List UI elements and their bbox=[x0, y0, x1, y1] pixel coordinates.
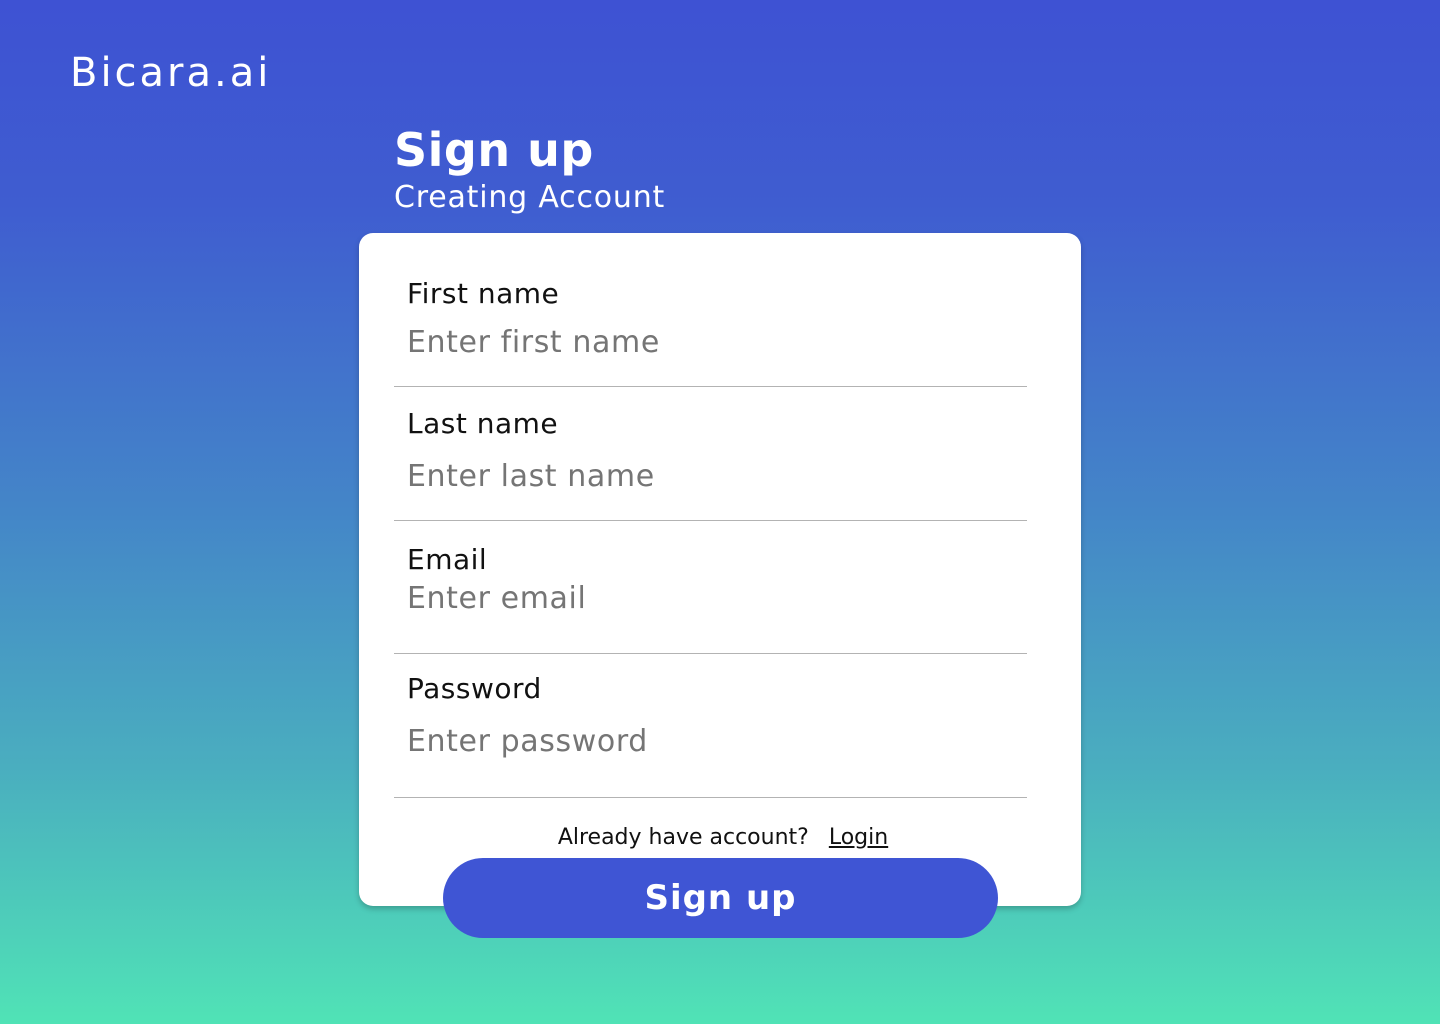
last-name-label: Last name bbox=[407, 407, 559, 440]
page-title: Sign up bbox=[394, 123, 594, 177]
password-label: Password bbox=[407, 672, 542, 705]
first-name-input[interactable] bbox=[407, 325, 1007, 360]
email-field: Email bbox=[394, 521, 1027, 654]
password-input[interactable] bbox=[407, 724, 1007, 759]
brand-logo: Bicara.ai bbox=[70, 50, 272, 96]
first-name-label: First name bbox=[407, 277, 560, 310]
sign-up-button[interactable]: Sign up bbox=[443, 858, 998, 938]
email-label: Email bbox=[407, 543, 488, 576]
login-prompt-row: Already have account? Login bbox=[359, 825, 1081, 850]
page-heading: Sign up Creating Account bbox=[394, 122, 665, 218]
signup-card: First name Last name Email Password Alre… bbox=[359, 233, 1081, 906]
password-field: Password bbox=[394, 654, 1027, 798]
login-prompt-text: Already have account? bbox=[557, 825, 809, 850]
login-link[interactable]: Login bbox=[829, 825, 888, 850]
last-name-field: Last name bbox=[394, 387, 1027, 521]
first-name-field: First name bbox=[394, 233, 1027, 387]
email-input[interactable] bbox=[407, 581, 1007, 616]
last-name-input[interactable] bbox=[407, 459, 1007, 494]
page-subtitle: Creating Account bbox=[394, 180, 666, 215]
